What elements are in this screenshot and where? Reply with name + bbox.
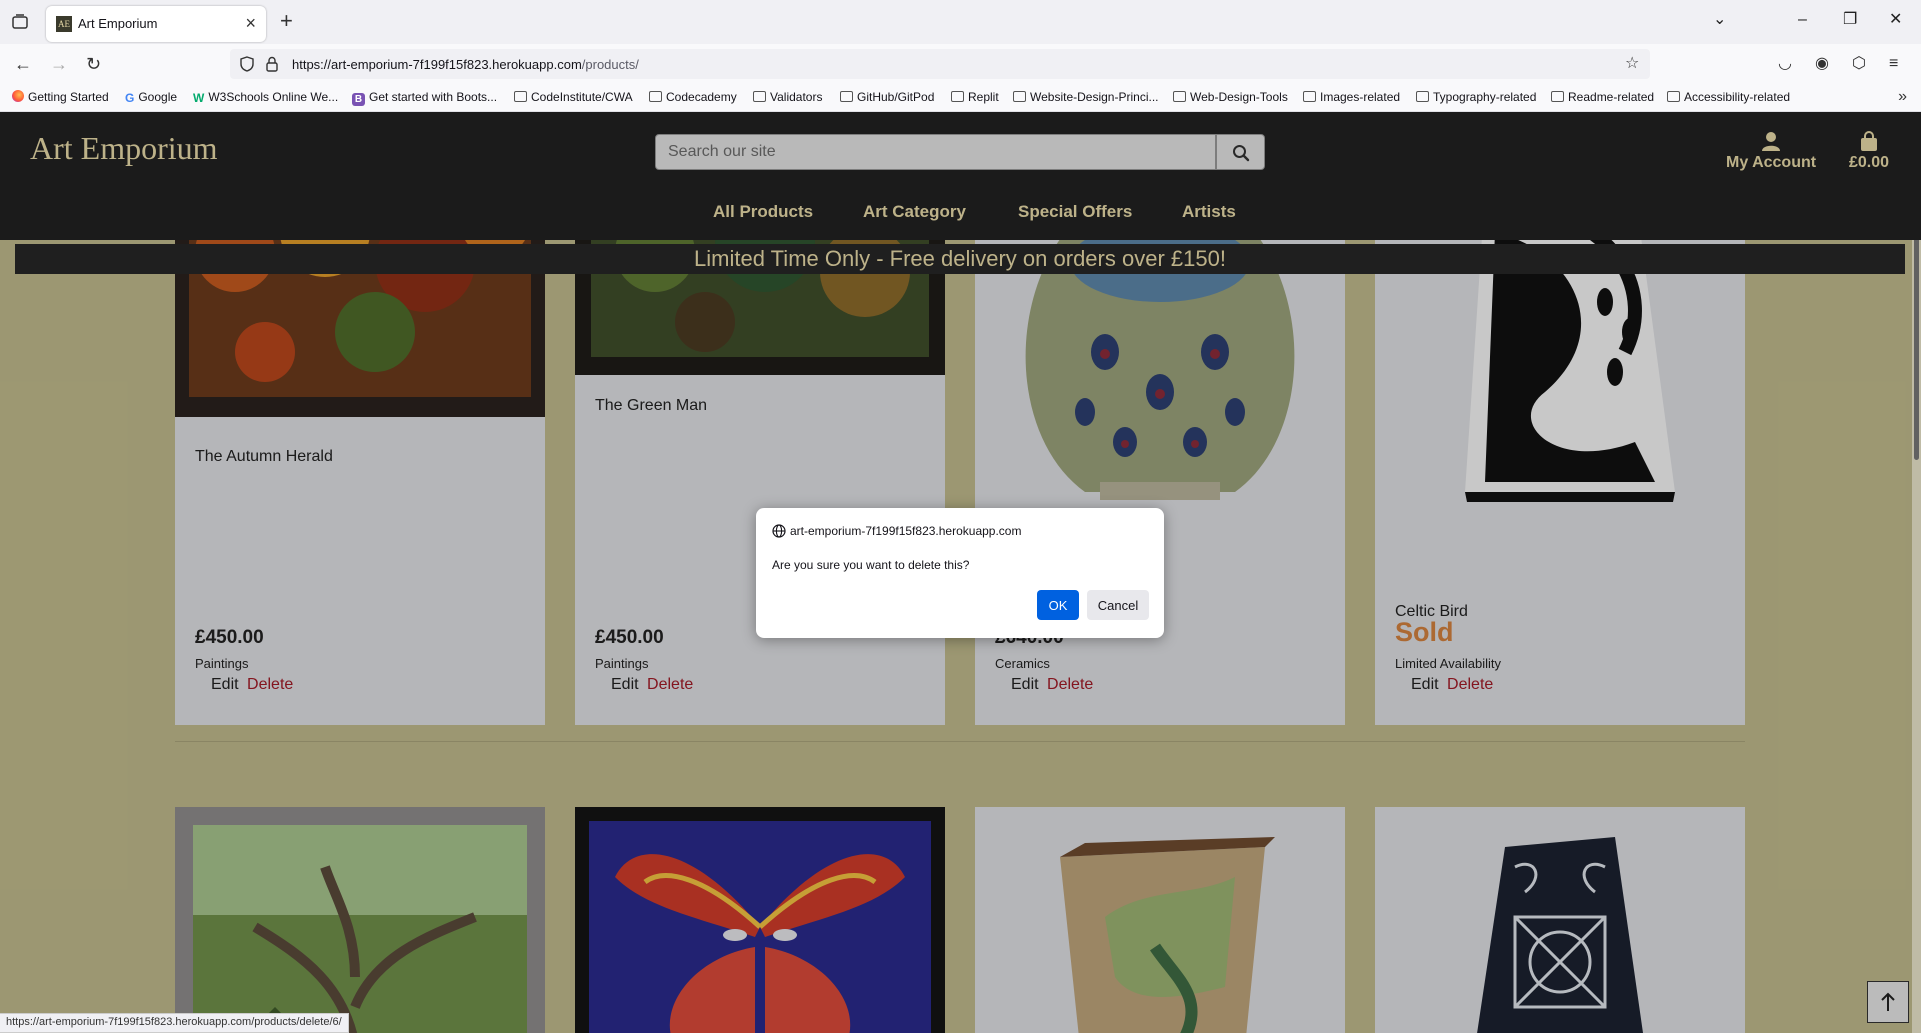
w3schools-icon: W — [193, 91, 205, 105]
folder-icon — [649, 91, 662, 102]
folder-icon — [1416, 91, 1429, 102]
folder-icon — [514, 91, 527, 102]
tab-title: Art Emporium — [78, 16, 158, 31]
bookmark-folder[interactable]: Validators — [753, 90, 822, 104]
bookmark-star-icon[interactable]: ☆ — [1625, 56, 1639, 72]
dialog-origin: art-emporium-7f199f15f823.herokuapp.com — [772, 524, 1021, 538]
bookmarks-bar: Getting Started G Google W W3Schools Onlin… — [0, 84, 1921, 112]
site-favicon-icon: AE — [56, 16, 72, 32]
bookmark-folder[interactable]: Images-related — [1303, 90, 1400, 104]
bookmark-item[interactable]: W W3Schools Online We... — [193, 90, 338, 105]
bookmark-folder[interactable]: Readme-related — [1551, 90, 1654, 104]
browser-tab-bar: AE Art Emporium × + ⌄ – ❐ ✕ — [0, 0, 1921, 44]
bookmark-item[interactable]: G Google — [125, 90, 177, 105]
dialog-message: Are you sure you want to delete this? — [772, 558, 970, 572]
address-bar[interactable]: https://art-emporium-7f199f15f823.heroku… — [230, 49, 1650, 79]
account-icon[interactable]: ◉ — [1815, 54, 1829, 74]
bookmark-item[interactable]: Getting Started — [12, 90, 109, 104]
lock-icon[interactable] — [266, 56, 278, 72]
folder-icon — [1173, 91, 1186, 102]
browser-tab[interactable]: AE Art Emporium × — [46, 6, 266, 42]
bookmark-folder[interactable]: Accessibility-related — [1667, 90, 1790, 104]
tracking-shield-icon[interactable] — [240, 56, 254, 72]
more-bookmarks-icon[interactable]: » — [1898, 88, 1907, 106]
bookmark-folder[interactable]: GitHub/GitPod — [840, 90, 934, 104]
google-icon: G — [125, 91, 135, 105]
browser-toolbar: ← → ↻ https://art-emporium-7f199f15f823.… — [0, 44, 1921, 84]
url-text: https://art-emporium-7f199f15f823.heroku… — [292, 57, 639, 72]
link-status-bar: https://art-emporium-7f199f15f823.heroku… — [0, 1013, 349, 1033]
tab-list-icon[interactable] — [10, 12, 30, 32]
folder-icon — [1551, 91, 1564, 102]
list-all-tabs-icon[interactable]: ⌄ — [1713, 10, 1726, 30]
folder-icon — [951, 91, 964, 102]
firefox-icon — [12, 90, 24, 102]
confirm-dialog: art-emporium-7f199f15f823.herokuapp.com … — [756, 508, 1164, 638]
reload-icon[interactable]: ↻ — [86, 54, 101, 74]
folder-icon — [1667, 91, 1680, 102]
back-icon[interactable]: ← — [14, 54, 32, 74]
minimize-icon[interactable]: – — [1798, 10, 1807, 30]
close-tab-icon[interactable]: × — [245, 14, 256, 32]
bookmark-folder[interactable]: Web-Design-Tools — [1173, 90, 1288, 104]
restore-icon[interactable]: ❐ — [1843, 10, 1857, 30]
bootstrap-icon: B — [352, 93, 365, 106]
dialog-origin-text: art-emporium-7f199f15f823.herokuapp.com — [790, 524, 1022, 538]
close-window-icon[interactable]: ✕ — [1889, 10, 1902, 30]
bookmark-folder[interactable]: CodeInstitute/CWA — [514, 90, 633, 104]
extensions-icon[interactable]: ⬡ — [1852, 54, 1866, 74]
folder-icon — [1013, 91, 1026, 102]
url-host: https://art-emporium-7f199f15f823.heroku… — [292, 57, 582, 72]
folder-icon — [840, 91, 853, 102]
cancel-button[interactable]: Cancel — [1087, 590, 1149, 620]
forward-icon[interactable]: → — [50, 54, 68, 74]
menu-icon[interactable]: ≡ — [1889, 54, 1898, 74]
bookmark-folder[interactable]: Codecademy — [649, 90, 737, 104]
folder-icon — [753, 91, 766, 102]
folder-icon — [1303, 91, 1316, 102]
bookmark-folder[interactable]: Typography-related — [1416, 90, 1536, 104]
new-tab-icon[interactable]: + — [280, 10, 293, 32]
bookmark-item[interactable]: B Get started with Boots... — [352, 90, 497, 106]
bookmark-folder[interactable]: Replit — [951, 90, 999, 104]
bookmark-folder[interactable]: Website-Design-Princi... — [1013, 90, 1158, 104]
globe-icon — [772, 524, 786, 538]
url-path: /products/ — [581, 57, 639, 72]
pocket-icon[interactable]: ◡ — [1778, 54, 1792, 74]
ok-button[interactable]: OK — [1037, 590, 1079, 620]
